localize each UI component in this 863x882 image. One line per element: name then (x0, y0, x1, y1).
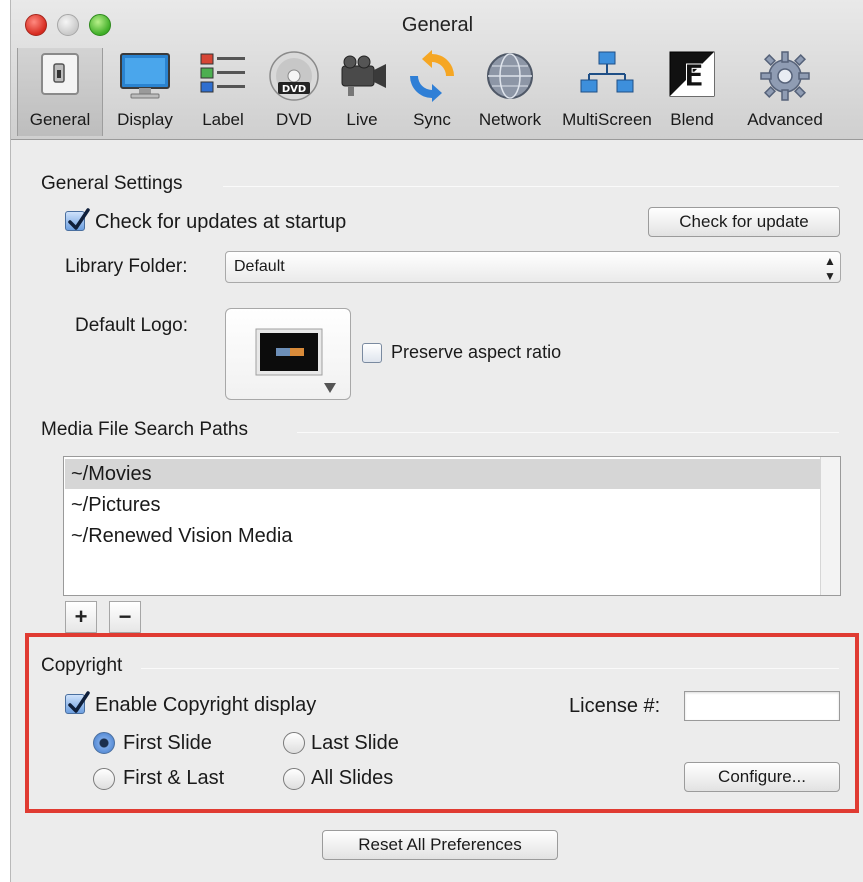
network-globe-icon (487, 53, 533, 99)
tab-dvd-label: DVD (276, 110, 312, 129)
tab-label-label: Label (202, 110, 244, 129)
window-title: General (401, 14, 474, 36)
tab-display[interactable]: Display (107, 48, 183, 136)
tab-live-label: Live (346, 110, 378, 129)
copyright-divider (141, 668, 839, 669)
checkmark-icon (68, 691, 90, 713)
reset-all-preferences-button[interactable]: Reset All Preferences (322, 830, 558, 860)
add-path-button[interactable]: + (65, 601, 97, 633)
blend-icon: E (669, 51, 715, 97)
tab-sync[interactable]: Sync (399, 48, 465, 136)
check-updates-label[interactable]: Check for updates at startup (95, 211, 346, 234)
preserve-aspect-label[interactable]: Preserve aspect ratio (391, 342, 561, 363)
logo-thumbnail-icon (255, 328, 336, 393)
tab-general[interactable]: General (17, 48, 103, 136)
tab-advanced[interactable]: Advanced (735, 48, 835, 136)
checkmark-icon (68, 208, 90, 230)
tab-multiscreen[interactable]: MultiScreen (555, 48, 659, 136)
check-updates-checkbox[interactable] (65, 208, 90, 231)
list-item[interactable]: ~/Movies (65, 459, 820, 489)
copyright-title: Copyright (41, 655, 123, 676)
tab-display-label: Display (117, 110, 173, 129)
list-item[interactable]: ~/Pictures (65, 490, 820, 520)
radio-last-slide[interactable] (283, 732, 305, 754)
preserve-aspect-checkbox[interactable] (362, 343, 382, 363)
radio-first-slide[interactable] (93, 732, 115, 754)
check-for-update-button[interactable]: Check for update (648, 207, 840, 237)
default-logo-label: Default Logo: (75, 315, 189, 336)
tab-live[interactable]: Live (329, 48, 395, 136)
radio-first-slide-label[interactable]: First Slide (123, 732, 212, 755)
dvd-disc-icon: DVD (269, 51, 319, 101)
tab-blend-label: Blend (670, 110, 714, 129)
toolbar: General General Display Label DVD DVD Li… (11, 0, 863, 140)
tab-network-label: Network (478, 110, 542, 129)
select-arrows-icon: ▲ ▼ (824, 254, 836, 283)
tab-label[interactable]: Label (187, 48, 259, 136)
gear-icon (760, 51, 810, 101)
radio-last-slide-label[interactable]: Last Slide (311, 732, 399, 755)
multiscreen-icon (580, 51, 634, 93)
blend-icon-glyph: E (684, 59, 705, 94)
general-settings-title: General Settings (41, 173, 183, 194)
general-switch-icon (41, 53, 79, 95)
tab-dvd[interactable]: DVD DVD (261, 48, 327, 136)
tab-blend[interactable]: E Blend (661, 48, 723, 136)
enable-copyright-label[interactable]: Enable Copyright display (95, 694, 316, 717)
media-paths-scrollbar[interactable] (820, 457, 840, 595)
media-paths-title: Media File Search Paths (41, 419, 248, 440)
library-folder-value: Default (234, 258, 285, 275)
default-logo-well[interactable] (225, 308, 351, 400)
media-paths-list[interactable]: ~/Movies ~/Pictures ~/Renewed Vision Med… (63, 456, 841, 596)
license-number-input[interactable] (684, 691, 840, 721)
radio-all-slides-label[interactable]: All Slides (311, 767, 393, 790)
video-camera-icon (341, 55, 386, 96)
sync-arrows-icon (410, 50, 454, 102)
tab-multiscreen-label: MultiScreen (562, 110, 652, 129)
label-list-icon (200, 53, 245, 93)
radio-all-slides[interactable] (283, 768, 305, 790)
tab-network[interactable]: Network (467, 48, 553, 136)
tab-advanced-label: Advanced (747, 110, 823, 129)
enable-copyright-checkbox[interactable] (65, 691, 90, 714)
media-paths-divider (297, 432, 839, 433)
preferences-window: General General Display Label DVD DVD Li… (10, 0, 863, 882)
display-monitor-icon (120, 53, 170, 99)
license-number-label: License #: (569, 695, 661, 717)
radio-first-and-last[interactable] (93, 768, 115, 790)
library-folder-label: Library Folder: (65, 256, 188, 277)
configure-button[interactable]: Configure... (684, 762, 840, 792)
tab-sync-label: Sync (413, 110, 451, 129)
remove-path-button[interactable]: − (109, 601, 141, 633)
list-item[interactable]: ~/Renewed Vision Media (65, 521, 820, 551)
tab-general-label: General (29, 110, 91, 129)
library-folder-select[interactable]: Default ▲ ▼ (225, 251, 841, 283)
general-settings-divider (223, 186, 839, 187)
dvd-disc-text: DVD (282, 84, 306, 95)
radio-first-and-last-label[interactable]: First & Last (123, 767, 224, 790)
